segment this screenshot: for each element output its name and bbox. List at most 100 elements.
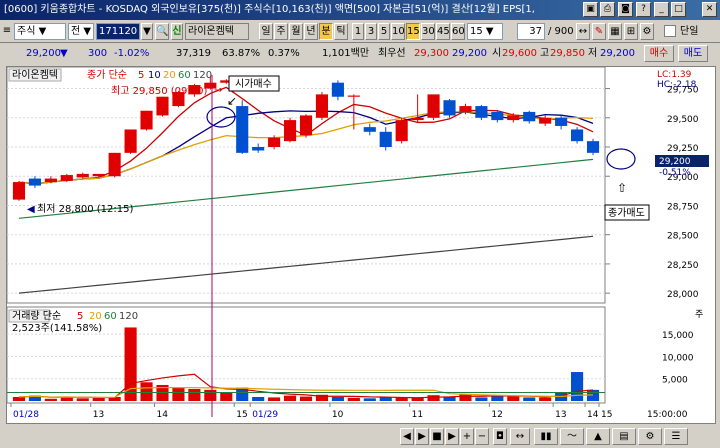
volume-bar: [268, 397, 281, 401]
tool-fit-icon[interactable]: ⊞: [624, 23, 638, 40]
candle-body: [411, 117, 424, 121]
price-change: 300: [88, 48, 108, 59]
volume-tick-label: 5,000: [662, 376, 688, 386]
dock-icon[interactable]: ▣: [583, 2, 598, 17]
volume-legend-ma60: 60: [104, 311, 117, 322]
volume-bar: [347, 397, 360, 401]
stock-code-input[interactable]: 171120: [96, 23, 140, 40]
volume-bar: [140, 382, 153, 401]
price-volume-chart[interactable]: 29,75029,50029,25029,00028,75028,50028,2…: [7, 67, 715, 423]
low-arrow-icon: ◀: [27, 204, 35, 215]
volume-legend-ma5: 5: [77, 311, 83, 322]
open-buy-label: 시가매수: [235, 78, 272, 90]
time-tick-label: 12: [491, 410, 502, 420]
candle-body: [459, 106, 472, 112]
camera-icon[interactable]: ◘: [493, 428, 507, 445]
display-count-input[interactable]: 37: [517, 23, 545, 40]
minute-3[interactable]: 3: [365, 23, 377, 40]
nav-arrows-icon[interactable]: ↔: [510, 428, 530, 445]
price-plot-frame: [7, 67, 606, 304]
period-tick[interactable]: 틱: [334, 23, 348, 40]
bar-chart-icon[interactable]: ▮▮: [534, 428, 558, 445]
print-icon[interactable]: ⎙: [600, 2, 615, 17]
period-year[interactable]: 년: [304, 23, 318, 40]
lc-value: LC:1.39: [657, 70, 692, 80]
minute-1[interactable]: 1: [352, 23, 364, 40]
market-select[interactable]: 주식 ▼: [14, 23, 66, 40]
candle-body: [555, 117, 568, 126]
display-total: / 900: [548, 26, 574, 37]
legend-ma20: 20: [163, 70, 176, 81]
area-chart-icon[interactable]: ▲: [586, 428, 610, 445]
volume-bar: [379, 397, 392, 401]
chart-panel[interactable]: 29,750 29,500 29,250 29,000 28,750 28,500 28,2…: [6, 66, 716, 424]
volume-unit: 주: [695, 309, 703, 320]
minute-15[interactable]: 15: [406, 23, 420, 40]
minute-custom-value: 15: [470, 26, 483, 37]
high-note: 최고 29,850 (09:00): [111, 85, 207, 97]
minute-60[interactable]: 60: [451, 23, 465, 40]
help-icon[interactable]: ?: [636, 2, 651, 17]
tool-settings-icon[interactable]: ⚙: [640, 23, 654, 40]
search-icon[interactable]: 🔍: [155, 23, 169, 40]
settings-view-icon[interactable]: ⚙: [638, 428, 662, 445]
candle-body: [236, 106, 249, 153]
candle-body: [539, 117, 552, 124]
table-view-icon[interactable]: ▤: [612, 428, 636, 445]
minute-10[interactable]: 10: [391, 23, 405, 40]
minute-5[interactable]: 5: [378, 23, 390, 40]
single-checkbox[interactable]: [664, 25, 676, 37]
candle-body: [363, 127, 376, 132]
volume-tick-label: 10,000: [662, 353, 694, 363]
open-label: 시: [492, 48, 502, 59]
stop-icon[interactable]: ■: [430, 428, 444, 445]
all-select[interactable]: 전 ▼: [68, 23, 94, 40]
tool-pencil-icon[interactable]: ✎: [592, 23, 606, 40]
change-rate: -1.02%: [114, 48, 150, 59]
close-icon[interactable]: ✕: [702, 2, 717, 17]
period-month[interactable]: 월: [289, 23, 303, 40]
toolbar-top: ≡ 주식 ▼ 전 ▼ 171120 ▼ 🔍 신 라이온켐텍 일 주 월 년 분 …: [0, 21, 720, 43]
time-tick-label: 01/29: [252, 410, 278, 420]
price-tick-label: 28,500: [667, 232, 699, 242]
buy-button[interactable]: 매수: [644, 45, 674, 62]
candle-body: [108, 152, 121, 177]
step-icon[interactable]: ▶: [445, 428, 459, 445]
list-view-icon[interactable]: ☰: [664, 428, 688, 445]
maximize-icon[interactable]: □: [671, 2, 686, 17]
buy-arrow-icon: ↙: [227, 94, 237, 108]
candle-body: [347, 95, 360, 97]
period-day[interactable]: 일: [259, 23, 273, 40]
save-icon[interactable]: ◙: [618, 2, 633, 17]
menu-grip-icon[interactable]: ≡: [2, 23, 12, 40]
zoom-out-icon[interactable]: −: [475, 428, 489, 445]
period-minute[interactable]: 분: [319, 23, 333, 40]
volume-bar: [571, 372, 584, 401]
current-rate-tag: -0.51%: [659, 168, 691, 178]
candle-body: [586, 141, 600, 153]
candle-body: [427, 94, 440, 118]
tool-scroll-icon[interactable]: ↔: [576, 23, 590, 40]
legend-ma10: 10: [148, 70, 161, 81]
play-icon[interactable]: ▶: [415, 428, 429, 445]
tool-grid-icon[interactable]: ▦: [608, 23, 622, 40]
candle-body: [395, 120, 408, 142]
minute-45[interactable]: 45: [436, 23, 450, 40]
credit-icon[interactable]: 신: [171, 23, 183, 40]
minimize-icon[interactable]: _: [654, 2, 669, 17]
candle-body: [92, 173, 105, 177]
best-ask-label: 최우선: [378, 48, 406, 59]
minute-30[interactable]: 30: [421, 23, 435, 40]
high-price: 29,850: [550, 48, 585, 59]
volume-ratio: 63.87%: [222, 48, 261, 59]
code-dropdown-icon[interactable]: ▼: [141, 23, 153, 40]
zoom-in-icon[interactable]: +: [460, 428, 474, 445]
period-week[interactable]: 주: [274, 23, 288, 40]
volume-bar: [204, 389, 217, 401]
scroll-left-icon[interactable]: ◀: [400, 428, 414, 445]
sell-button[interactable]: 매도: [678, 45, 708, 62]
line-chart-icon[interactable]: 〜: [560, 428, 584, 445]
volume-bar: [475, 397, 488, 401]
trade-volume: 37,319: [176, 48, 211, 59]
minute-custom-select[interactable]: 15 ▼: [467, 23, 503, 40]
